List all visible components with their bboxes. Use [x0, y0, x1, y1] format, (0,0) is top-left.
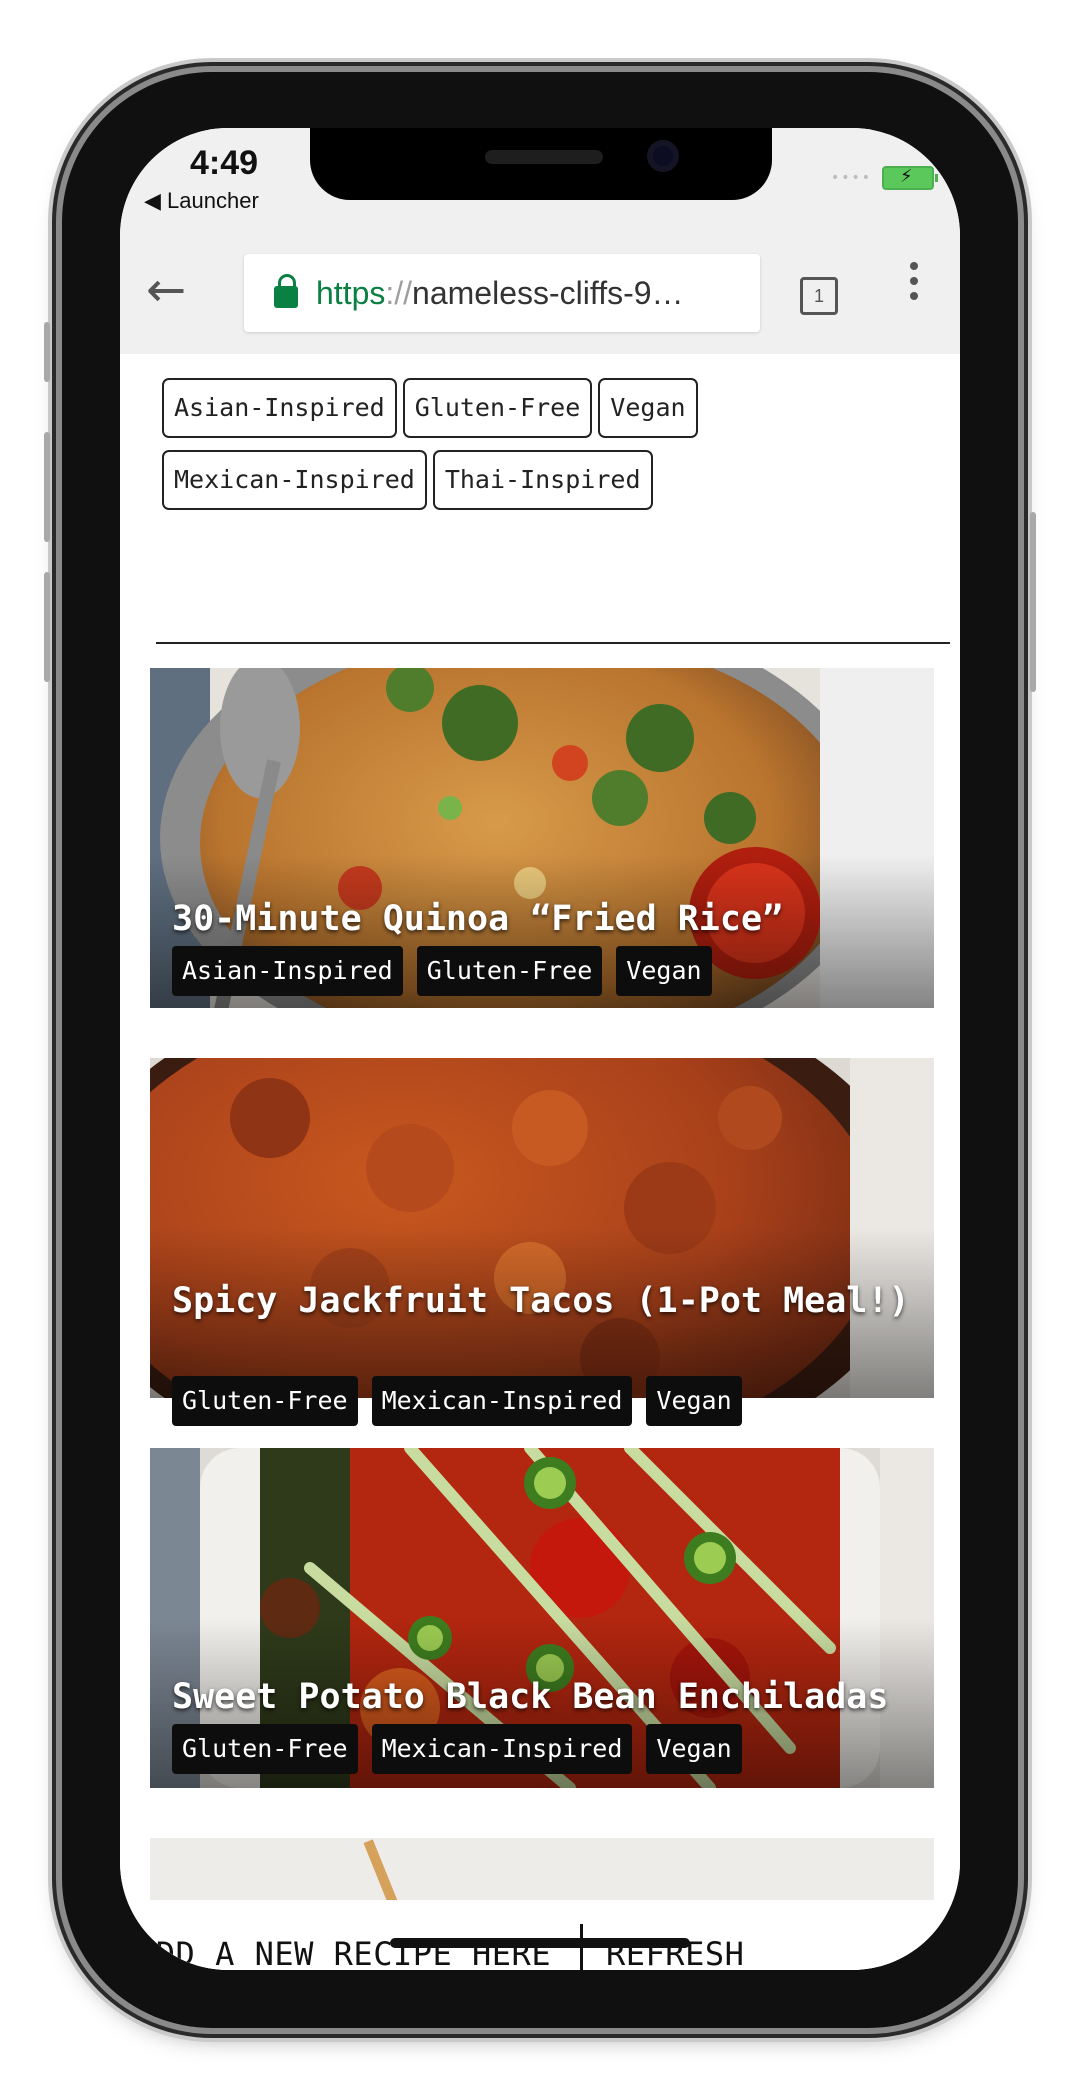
- recipe-card[interactable]: 30-Minute Quinoa “Fried Rice” Asian-Insp…: [150, 668, 934, 1008]
- url-text: https://nameless-cliffs-9…: [316, 275, 684, 312]
- recipe-title: 30-Minute Quinoa “Fried Rice”: [172, 899, 784, 939]
- recipe-tag: Mexican-Inspired: [371, 1724, 633, 1774]
- lock-icon: [274, 274, 298, 308]
- recipe-tag: Gluten-Free: [172, 1376, 358, 1426]
- back-to-launcher[interactable]: ◀ Launcher: [144, 188, 259, 214]
- phone-screen: 4:49 ◀ Launcher •••• ⚡ ← https://nameles…: [120, 128, 960, 1970]
- recipe-tag: Gluten-Free: [416, 946, 603, 996]
- filter-chip[interactable]: Asian-Inspired: [162, 378, 397, 438]
- recipe-tag: Vegan: [646, 1376, 742, 1426]
- filter-chip[interactable]: Mexican-Inspired: [162, 450, 427, 510]
- url-scheme: https: [316, 274, 386, 311]
- recipe-card[interactable]: Sweet Potato Black Bean Enchiladas Glute…: [150, 1448, 934, 1788]
- recipe-title: Spicy Jackfruit Tacos (1-Pot Meal!): [172, 1281, 910, 1321]
- page-content: Asian-Inspired Gluten-Free Vegan Mexican-I…: [120, 354, 960, 1970]
- recipe-tag: Mexican-Inspired: [371, 1376, 633, 1426]
- filter-chip-list: Asian-Inspired Gluten-Free Vegan Mexican-I…: [162, 378, 922, 522]
- filter-divider: [156, 642, 950, 644]
- phone-volume-up-button: [44, 432, 50, 542]
- filter-chip[interactable]: Vegan: [598, 378, 698, 438]
- browser-toolbar: ← https://nameless-cliffs-9… 1: [120, 240, 960, 340]
- recipe-title: Sweet Potato Black Bean Enchiladas: [172, 1677, 889, 1717]
- phone-power-button: [1030, 512, 1036, 692]
- recipe-tags: Asian-Inspired Gluten-Free Vegan: [172, 946, 712, 996]
- home-indicator[interactable]: [390, 1938, 690, 1948]
- url-host: nameless-cliffs-9…: [412, 274, 684, 311]
- recipe-tags: Gluten-Free Mexican-Inspired Vegan: [172, 1376, 742, 1426]
- status-icons: •••• ⚡: [830, 166, 938, 190]
- filter-chip[interactable]: Gluten-Free: [402, 378, 593, 438]
- phone-volume-down-button: [44, 572, 50, 682]
- front-camera: [647, 140, 679, 172]
- phone-side-button: [44, 322, 50, 382]
- recipe-tag: Vegan: [616, 946, 712, 996]
- notch: [310, 128, 772, 200]
- more-menu-icon[interactable]: [910, 262, 920, 300]
- recipe-tag: Vegan: [646, 1724, 742, 1774]
- tab-switcher-button[interactable]: 1: [800, 277, 838, 315]
- battery-charging-icon: ⚡: [882, 166, 938, 190]
- recipe-card[interactable]: Spicy Jackfruit Tacos (1-Pot Meal!) Glut…: [150, 1058, 934, 1428]
- recipe-list: 30-Minute Quinoa “Fried Rice” Asian-Insp…: [150, 668, 934, 1900]
- status-time: 4:49: [190, 144, 259, 182]
- recipe-tag: Asian-Inspired: [172, 946, 403, 996]
- url-separator: ://: [385, 274, 413, 311]
- recipe-tag: Gluten-Free: [172, 1724, 358, 1774]
- signal-icon: ••••: [830, 170, 872, 186]
- recipe-card[interactable]: [150, 1838, 934, 1900]
- address-bar[interactable]: https://nameless-cliffs-9…: [244, 254, 760, 332]
- recipe-tags: Gluten-Free Mexican-Inspired Vegan: [172, 1724, 742, 1774]
- recipe-photo-partial: [150, 1838, 934, 1900]
- recipe-photo-jackfruit-tacos: [150, 1058, 934, 1398]
- back-arrow-icon[interactable]: ←: [146, 260, 186, 320]
- filter-chip[interactable]: Thai-Inspired: [432, 450, 653, 510]
- browser-top-area: 4:49 ◀ Launcher •••• ⚡ ← https://nameles…: [120, 128, 960, 354]
- speaker-grille: [485, 150, 603, 164]
